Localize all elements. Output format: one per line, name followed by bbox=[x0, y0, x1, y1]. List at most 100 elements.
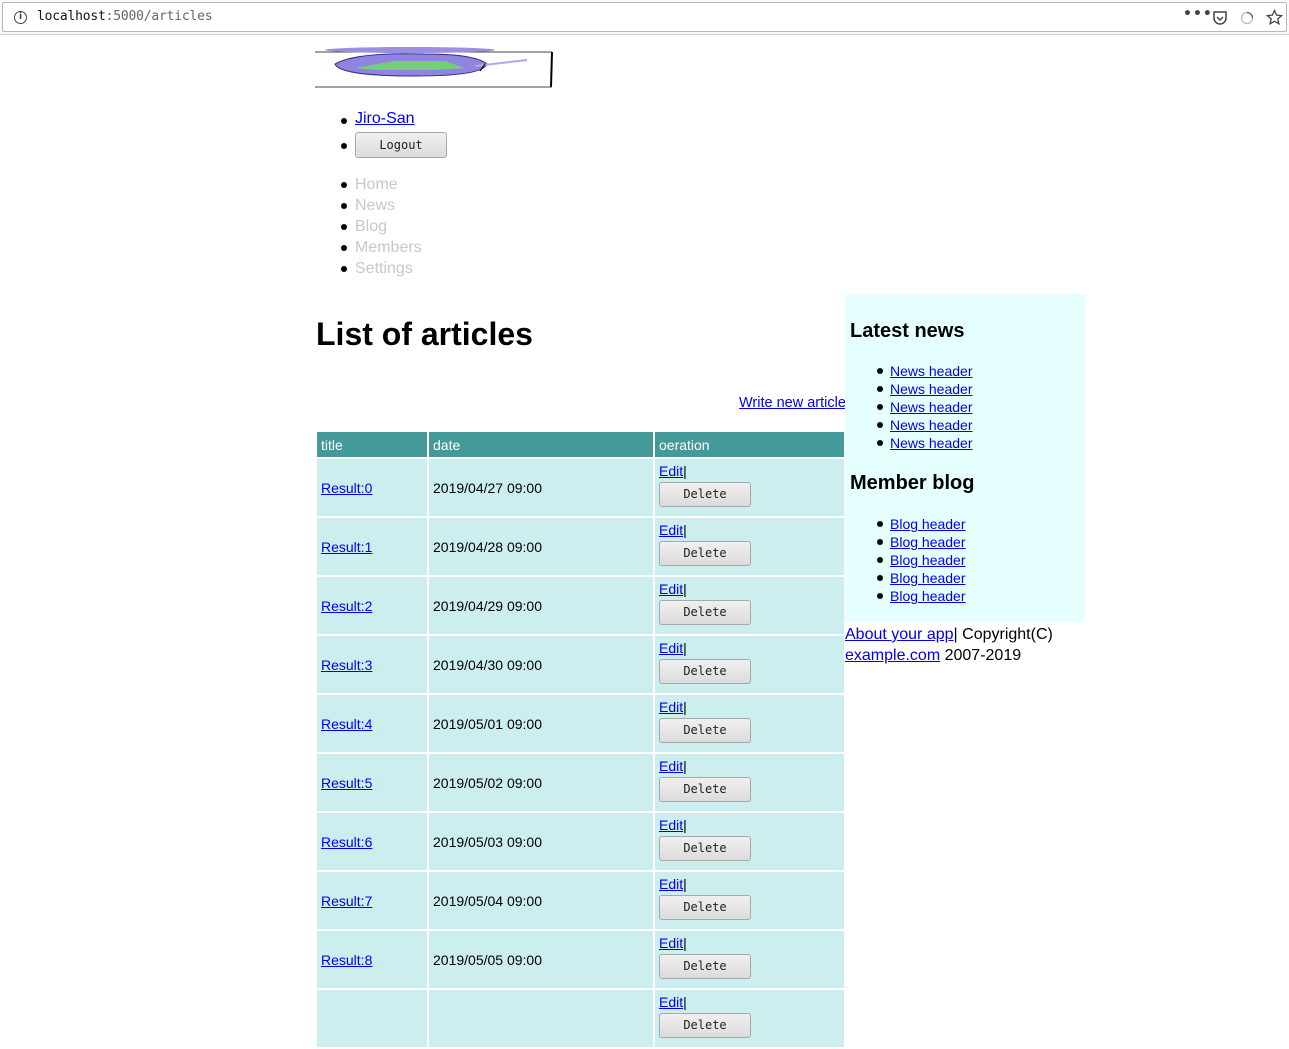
date-cell: 2019/04/29 09:00 bbox=[429, 577, 653, 634]
title-cell: Result:6 bbox=[317, 813, 427, 870]
title-cell: Result:1 bbox=[317, 518, 427, 575]
blog-list-item: Blog header bbox=[850, 587, 966, 605]
delete-button[interactable]: Delete bbox=[659, 482, 751, 507]
blog-list-item: Blog header bbox=[850, 533, 966, 551]
article-title-link[interactable]: Result:8 bbox=[321, 952, 372, 968]
edit-link[interactable]: Edit bbox=[659, 522, 683, 538]
separator: | bbox=[683, 640, 687, 656]
date-cell: 2019/04/30 09:00 bbox=[429, 636, 653, 693]
delete-button[interactable]: Delete bbox=[659, 541, 751, 566]
operation-cell: Edit| Delete bbox=[655, 754, 844, 811]
article-title-link[interactable]: Result:2 bbox=[321, 598, 372, 614]
table-row: Result:1 2019/04/28 09:00 Edit| Delete bbox=[317, 518, 844, 575]
article-title-link[interactable]: Result:7 bbox=[321, 893, 372, 909]
write-new-article-link[interactable]: Write new article bbox=[739, 395, 846, 411]
separator: | bbox=[683, 935, 687, 951]
username-link[interactable]: Jiro-San bbox=[355, 110, 415, 127]
latest-news-list: News header News header News header News… bbox=[850, 362, 973, 452]
delete-button[interactable]: Delete bbox=[659, 718, 751, 743]
title-cell: Result:3 bbox=[317, 636, 427, 693]
operation-cell: Edit| Delete bbox=[655, 459, 844, 516]
table-row: Result:8 2019/05/05 09:00 Edit| Delete bbox=[317, 931, 844, 988]
operation-cell: Edit| Delete bbox=[655, 577, 844, 634]
copyright-years: 2007-2019 bbox=[940, 647, 1022, 664]
title-cell: Result:0 bbox=[317, 459, 427, 516]
blog-link[interactable]: Blog header bbox=[890, 534, 966, 550]
blog-link[interactable]: Blog header bbox=[890, 552, 966, 568]
edit-link[interactable]: Edit bbox=[659, 817, 683, 833]
separator: | bbox=[683, 522, 687, 538]
title-cell: Result:2 bbox=[317, 577, 427, 634]
address-bar[interactable]: i localhost:5000/articles ••• bbox=[2, 2, 1287, 32]
more-icon[interactable]: ••• bbox=[1183, 6, 1213, 22]
title-cell: Result:5 bbox=[317, 754, 427, 811]
title-cell bbox=[317, 990, 427, 1047]
nav-item-blog[interactable]: Blog bbox=[315, 216, 422, 237]
edit-link[interactable]: Edit bbox=[659, 581, 683, 597]
article-title-link[interactable]: Result:3 bbox=[321, 657, 372, 673]
nav-item-home[interactable]: Home bbox=[315, 174, 422, 195]
edit-link[interactable]: Edit bbox=[659, 935, 683, 951]
news-list-item: News header bbox=[850, 380, 973, 398]
news-link[interactable]: News header bbox=[890, 399, 973, 415]
news-list-item: News header bbox=[850, 362, 973, 380]
article-title-link[interactable]: Result:6 bbox=[321, 834, 372, 850]
blog-link[interactable]: Blog header bbox=[890, 516, 966, 532]
delete-button[interactable]: Delete bbox=[659, 659, 751, 684]
separator: | bbox=[683, 994, 687, 1010]
delete-button[interactable]: Delete bbox=[659, 777, 751, 802]
nav-item-settings[interactable]: Settings bbox=[315, 258, 422, 279]
table-header-row: title date oeration bbox=[317, 432, 844, 457]
edit-link[interactable]: Edit bbox=[659, 463, 683, 479]
news-link[interactable]: News header bbox=[890, 363, 973, 379]
edit-link[interactable]: Edit bbox=[659, 640, 683, 656]
info-icon[interactable]: i bbox=[14, 11, 27, 24]
blog-link[interactable]: Blog header bbox=[890, 588, 966, 604]
table-row: Result:0 2019/04/27 09:00 Edit| Delete bbox=[317, 459, 844, 516]
delete-button[interactable]: Delete bbox=[659, 836, 751, 861]
about-app-link[interactable]: About your app bbox=[845, 626, 954, 643]
news-link[interactable]: News header bbox=[890, 417, 973, 433]
edit-link[interactable]: Edit bbox=[659, 876, 683, 892]
column-header-operation: oeration bbox=[655, 432, 844, 457]
blog-link[interactable]: Blog header bbox=[890, 570, 966, 586]
pocket-icon[interactable] bbox=[1212, 10, 1228, 26]
site-link[interactable]: example.com bbox=[845, 647, 940, 664]
nav-item-members[interactable]: Members bbox=[315, 237, 422, 258]
url-path: :5000/articles bbox=[105, 9, 213, 24]
delete-button[interactable]: Delete bbox=[659, 1013, 751, 1038]
date-cell: 2019/04/27 09:00 bbox=[429, 459, 653, 516]
url-text[interactable]: localhost:5000/articles bbox=[37, 9, 213, 24]
operation-cell: Edit| Delete bbox=[655, 813, 844, 870]
operation-cell: Edit| Delete bbox=[655, 695, 844, 752]
date-cell bbox=[429, 990, 653, 1047]
blog-list-item: Blog header bbox=[850, 551, 966, 569]
delete-button[interactable]: Delete bbox=[659, 600, 751, 625]
date-cell: 2019/04/28 09:00 bbox=[429, 518, 653, 575]
delete-button[interactable]: Delete bbox=[659, 954, 751, 979]
operation-cell: Edit| Delete bbox=[655, 636, 844, 693]
bookmark-star-icon[interactable] bbox=[1266, 9, 1283, 26]
separator: | bbox=[683, 817, 687, 833]
edit-link[interactable]: Edit bbox=[659, 994, 683, 1010]
table-row: Result:2 2019/04/29 09:00 Edit| Delete bbox=[317, 577, 844, 634]
article-title-link[interactable]: Result:1 bbox=[321, 539, 372, 555]
footer: About your app| Copyright(C) example.com … bbox=[845, 624, 1085, 666]
news-link[interactable]: News header bbox=[890, 381, 973, 397]
article-title-link[interactable]: Result:5 bbox=[321, 775, 372, 791]
separator: | bbox=[683, 699, 687, 715]
loading-icon bbox=[1240, 11, 1254, 25]
news-link[interactable]: News header bbox=[890, 435, 973, 451]
logout-button[interactable]: Logout bbox=[355, 132, 447, 158]
nav-item-news[interactable]: News bbox=[315, 195, 422, 216]
title-cell: Result:8 bbox=[317, 931, 427, 988]
sidebar: Latest news News header News header News… bbox=[845, 294, 1085, 622]
browser-toolbar: i localhost:5000/articles ••• bbox=[0, 0, 1289, 35]
delete-button[interactable]: Delete bbox=[659, 895, 751, 920]
edit-link[interactable]: Edit bbox=[659, 699, 683, 715]
articles-table: title date oeration Result:0 2019/04/27 0… bbox=[315, 430, 846, 1049]
article-title-link[interactable]: Result:0 bbox=[321, 480, 372, 496]
user-menu-item-logout: Logout bbox=[315, 132, 447, 158]
edit-link[interactable]: Edit bbox=[659, 758, 683, 774]
article-title-link[interactable]: Result:4 bbox=[321, 716, 372, 732]
